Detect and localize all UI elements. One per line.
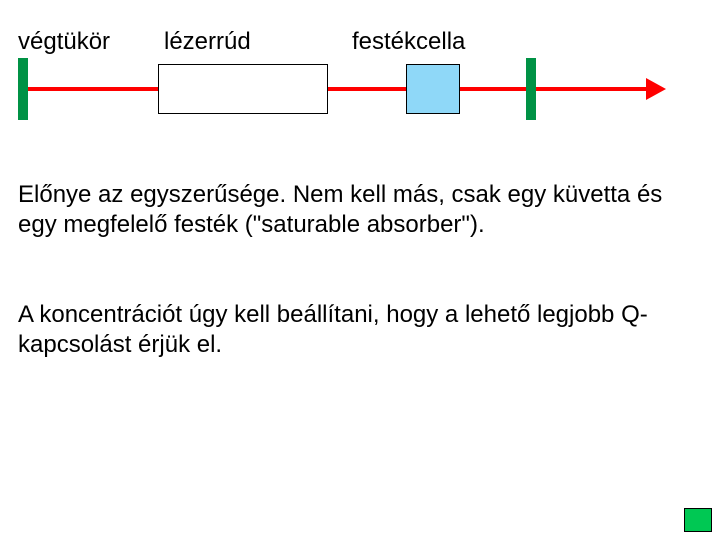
beam-arrowhead-icon <box>646 78 666 100</box>
laser-diagram <box>18 58 658 120</box>
paragraph-advantage: Előnye az egyszerűsége. Nem kell más, cs… <box>18 180 668 240</box>
beam-line <box>28 87 648 91</box>
label-dye-cell: festékcella <box>352 28 465 56</box>
laser-rod-box <box>158 64 328 114</box>
label-end-mirror: végtükör <box>18 28 110 56</box>
slide: végtükör lézerrúd festékcella Előnye az … <box>0 0 720 540</box>
paragraph-concentration: A koncentrációt úgy kell beállítani, hog… <box>18 300 668 360</box>
next-slide-button[interactable] <box>684 508 712 532</box>
label-laser-rod: lézerrúd <box>164 28 251 56</box>
dye-cell-box <box>406 64 460 114</box>
end-mirror-right <box>526 58 536 120</box>
end-mirror-left <box>18 58 28 120</box>
